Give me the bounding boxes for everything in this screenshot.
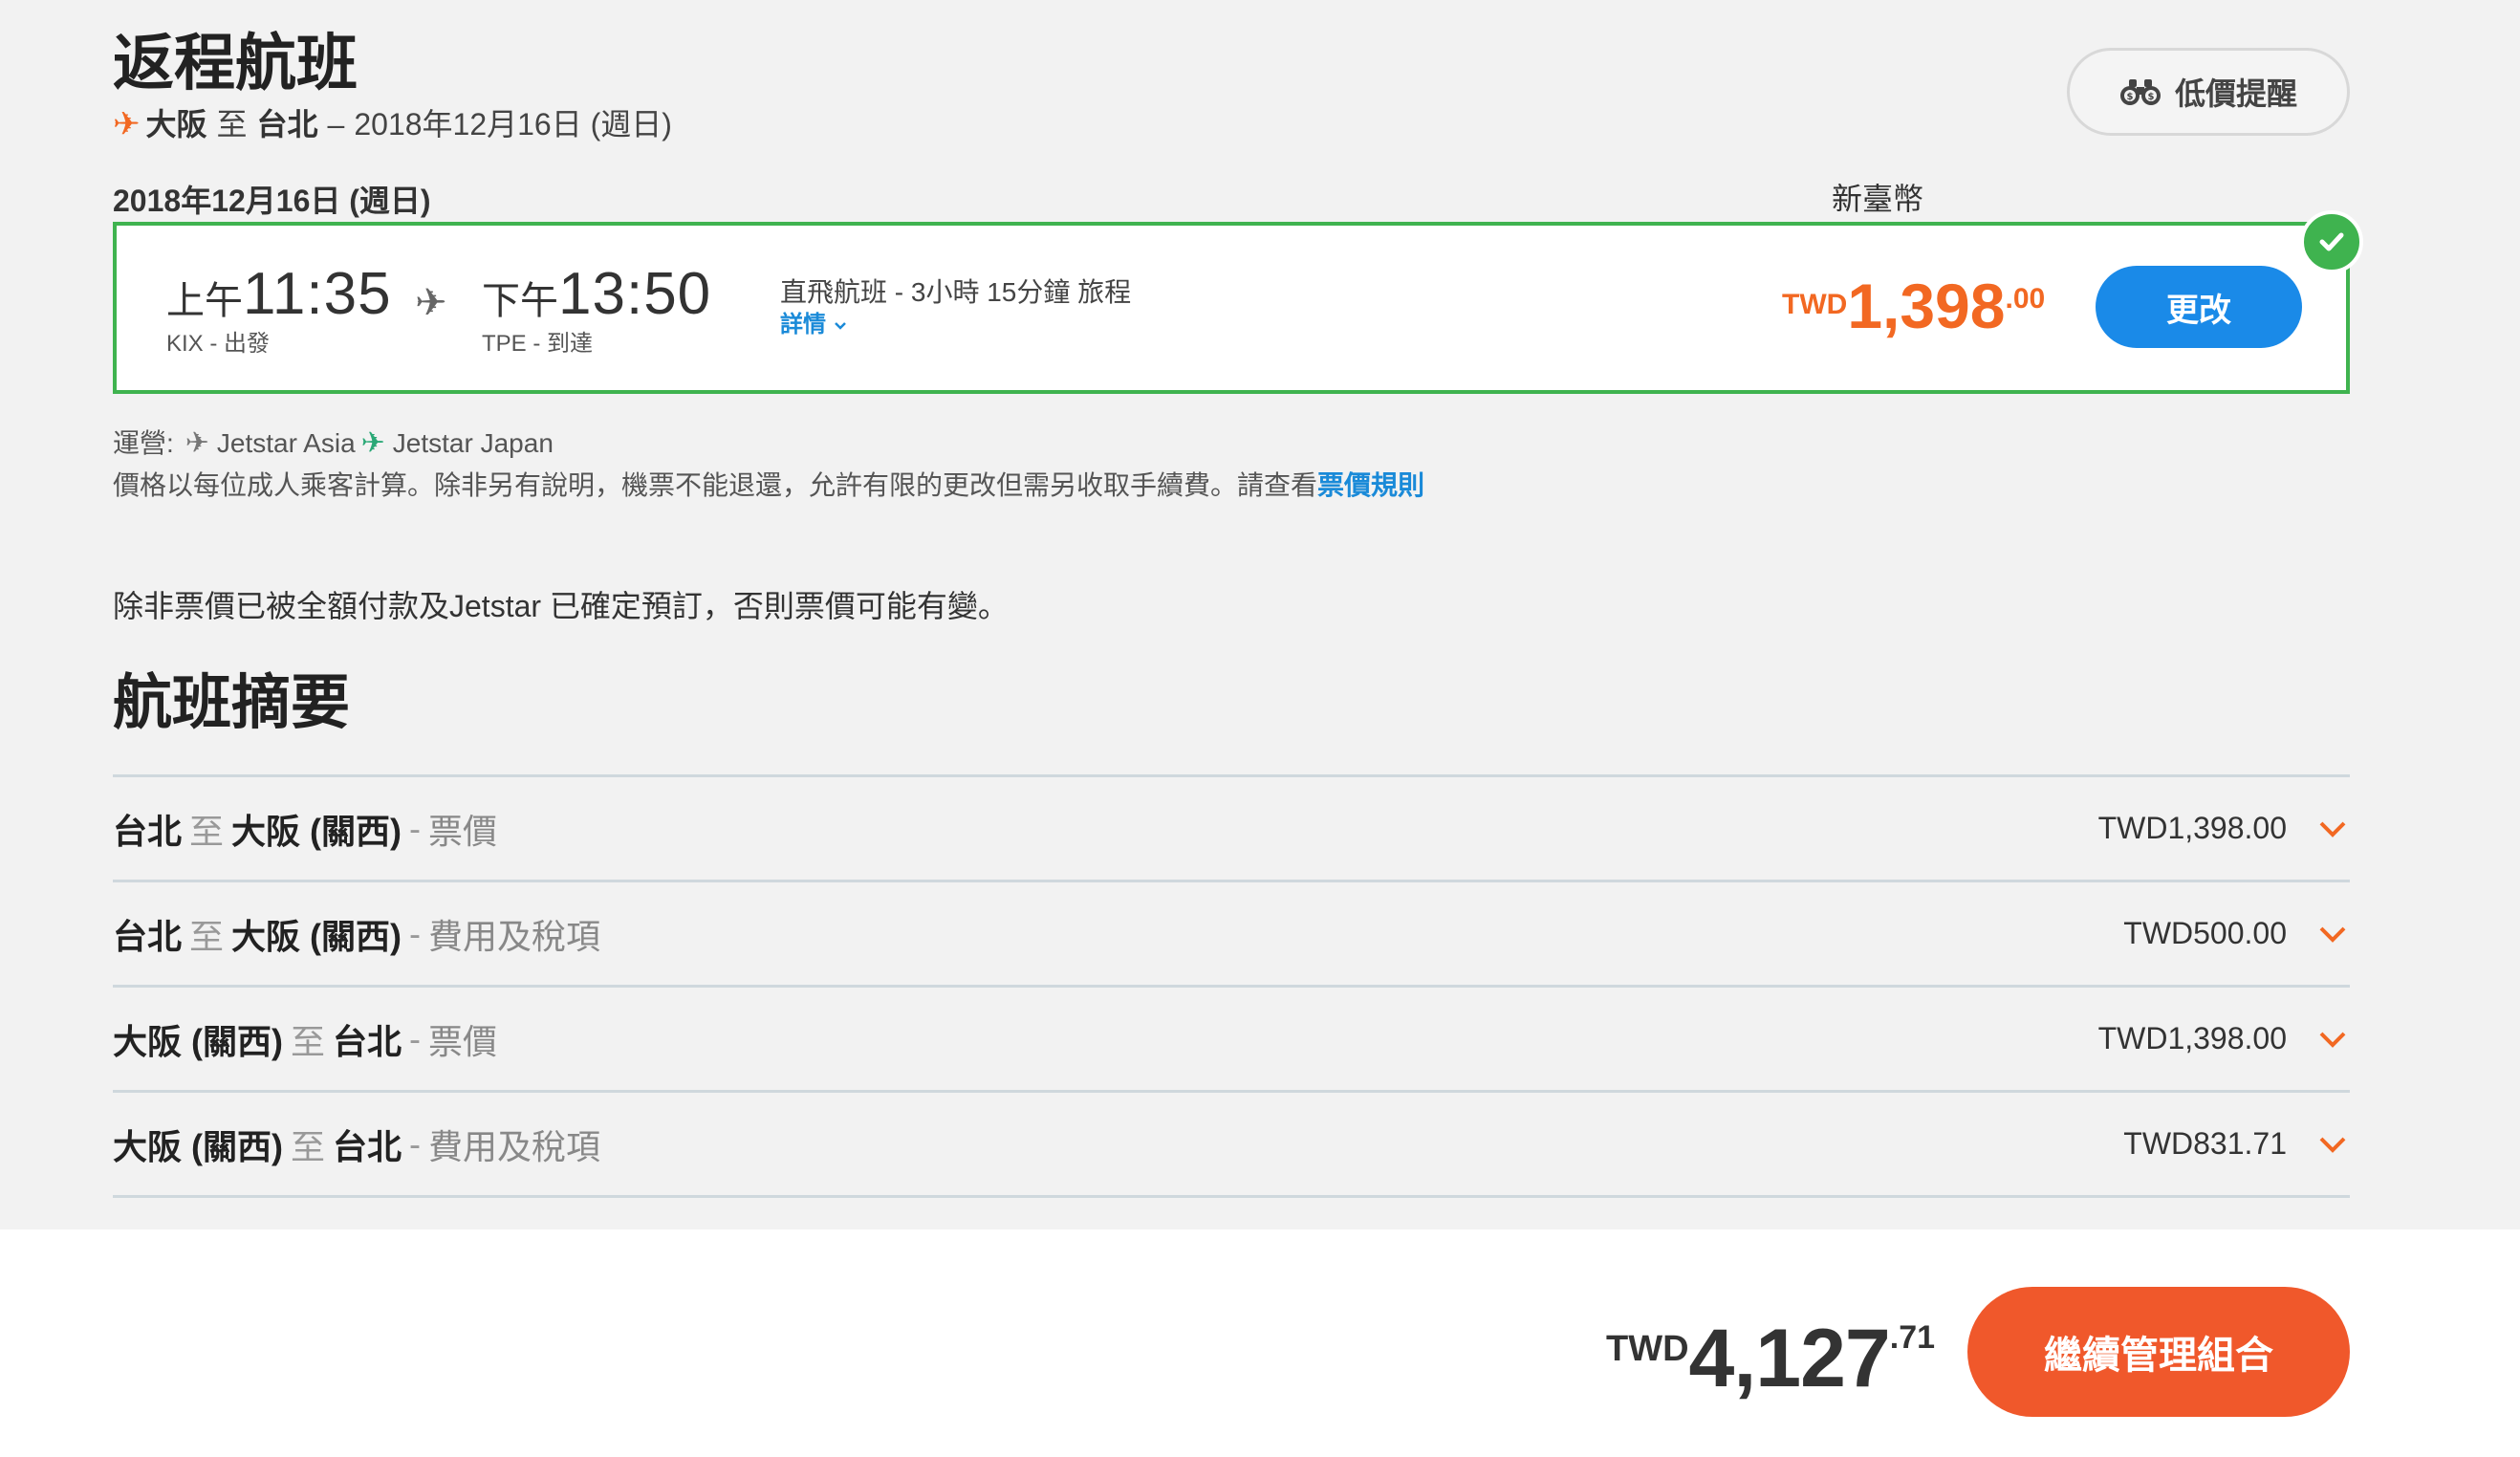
summary-row-dash: - [409, 808, 422, 848]
flight-price-amount: 1,398 [1847, 271, 2006, 341]
plane-icon: ✈ [185, 427, 209, 459]
low-price-alert-label: 低價提醒 [2174, 76, 2297, 111]
plane-icon: ✈ [360, 427, 385, 459]
summary-title: 航班摘要 [113, 670, 351, 736]
summary-row-kind: 費用及稅項 [428, 916, 601, 956]
summary-row-dash: - [409, 1018, 422, 1058]
summary-row-from: 大阪 (關西) [113, 1126, 283, 1166]
operator-line: 運營: ✈ Jetstar Asia ✈ Jetstar Japan [113, 424, 554, 463]
summary-list: 台北 至 大阪 (關西) - 票價 TWD1,398.00 台北 至 大阪 (關… [113, 774, 2350, 1198]
chevron-down-icon[interactable] [2315, 1022, 2350, 1056]
currency-label: 新臺幣 [1832, 182, 1924, 216]
details-label: 詳情 [780, 312, 826, 337]
check-icon [2300, 210, 2363, 273]
summary-row-kind: 費用及稅項 [428, 1126, 601, 1166]
summary-row-amount: TWD1,398.00 [2097, 811, 2287, 845]
footer-bar: TWD 4,127 .71 繼續管理組合 [0, 1229, 2520, 1457]
summary-row-to-word: 至 [189, 811, 225, 851]
chevron-down-icon [833, 312, 848, 337]
operator-carrier-2: Jetstar Japan [392, 428, 554, 458]
flight-date-label: 2018年12月16日 (週日) [113, 184, 431, 218]
details-link[interactable]: 詳情 [780, 310, 1131, 340]
summary-row[interactable]: 台北 至 大阪 (關西) - 費用及稅項 TWD500.00 [113, 882, 2350, 988]
departure-block: 上午11:35 KIX - 出發 [166, 260, 392, 358]
flight-info: 直飛航班 - 3小時 15分鐘 旅程 詳情 [780, 275, 1131, 340]
total-price-currency: TWD [1606, 1329, 1689, 1369]
fare-note: 價格以每位成人乘客計算。除非另有說明，機票不能退還，允許有限的更改但需另收取手續… [113, 467, 1424, 505]
summary-row-amount: TWD500.00 [2123, 916, 2287, 950]
price-disclaimer: 除非票價已被全額付款及Jetstar 已確定預訂，否則票價可能有變。 [113, 589, 1009, 623]
summary-row-to-word: 至 [290, 1126, 325, 1166]
operator-carrier-1: Jetstar Asia [216, 428, 356, 458]
summary-row-kind: 票價 [428, 1021, 498, 1061]
low-price-alert-button[interactable]: $ $ 低價提醒 [2067, 48, 2350, 136]
selected-flight-card[interactable]: 上午11:35 KIX - 出發 ✈ 下午13:50 TPE - 到達 直飛航班… [113, 222, 2350, 394]
chevron-down-icon[interactable] [2315, 917, 2350, 951]
route-date: 2018年12月16日 (週日) [354, 107, 672, 141]
total-price: TWD 4,127 .71 [1606, 1316, 1935, 1402]
arrival-block: 下午13:50 TPE - 到達 [482, 260, 711, 358]
fare-note-text: 價格以每位成人乘客計算。除非另有說明，機票不能退還，允許有限的更改但需另收取手續… [113, 470, 1318, 500]
arrival-time: 13:50 [558, 261, 712, 327]
summary-row-amount: TWD1,398.00 [2097, 1021, 2287, 1055]
plane-icon: ✈ [415, 282, 447, 324]
svg-text:$: $ [2148, 92, 2155, 102]
summary-row-to: 台北 [333, 1021, 402, 1061]
flight-price-decimals: .00 [2005, 283, 2046, 315]
arrival-ampm: 下午 [482, 280, 558, 322]
departure-airport: KIX - 出發 [166, 331, 271, 357]
route-dash: – [327, 107, 345, 141]
binoculars-icon: $ $ [2119, 77, 2162, 106]
summary-row-dash: - [409, 913, 422, 953]
total-price-decimals: .71 [1889, 1319, 1936, 1356]
summary-row[interactable]: 大阪 (關西) 至 台北 - 費用及稅項 TWD831.71 [113, 1093, 2350, 1198]
svg-text:$: $ [2127, 92, 2134, 102]
page-title: 返程航班 [113, 29, 358, 98]
departure-ampm: 上午 [166, 280, 243, 322]
fare-rules-link[interactable]: 票價規則 [1317, 470, 1424, 500]
summary-row-to-word: 至 [189, 916, 225, 956]
summary-row-from: 台北 [113, 916, 183, 956]
chevron-down-icon[interactable] [2315, 1127, 2350, 1162]
summary-row-to: 台北 [333, 1126, 402, 1166]
summary-row[interactable]: 台北 至 大阪 (關西) - 票價 TWD1,398.00 [113, 777, 2350, 882]
arrival-airport: TPE - 到達 [482, 331, 594, 357]
summary-row-to: 大阪 (關西) [231, 916, 402, 956]
operator-label: 運營: [113, 428, 174, 458]
route-to-word: 至 [216, 107, 248, 141]
continue-button[interactable]: 繼續管理組合 [1967, 1287, 2350, 1417]
route-origin: 大阪 [145, 107, 207, 141]
summary-row-from: 大阪 (關西) [113, 1021, 283, 1061]
summary-row-to-word: 至 [290, 1021, 325, 1061]
chevron-down-icon[interactable] [2315, 812, 2350, 846]
summary-row-kind: 票價 [428, 811, 498, 851]
summary-row-amount: TWD831.71 [2123, 1126, 2287, 1161]
flight-price-currency: TWD [1782, 289, 1848, 320]
summary-row[interactable]: 大阪 (關西) 至 台北 - 票價 TWD1,398.00 [113, 988, 2350, 1093]
route-destination: 台北 [256, 107, 318, 141]
plane-icon: ✈ [113, 106, 141, 142]
total-price-amount: 4,127 [1688, 1313, 1891, 1404]
flight-description: 直飛航班 - 3小時 15分鐘 旅程 [780, 277, 1132, 307]
departure-time: 11:35 [243, 261, 392, 327]
summary-row-to: 大阪 (關西) [231, 811, 402, 851]
summary-row-from: 台北 [113, 811, 183, 851]
route-summary: ✈ 大阪 至 台北 – 2018年12月16日 (週日) [113, 103, 672, 145]
flight-price: TWD 1,398 .00 [1782, 270, 2045, 342]
summary-row-dash: - [409, 1123, 422, 1163]
change-flight-button[interactable]: 更改 [2096, 266, 2302, 348]
